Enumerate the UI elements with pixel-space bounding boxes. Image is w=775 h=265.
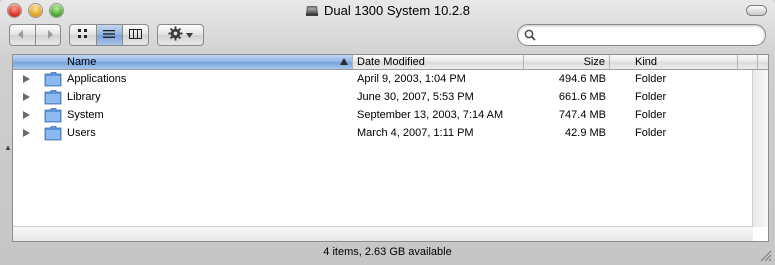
column-header-kind-label: Kind (635, 56, 658, 68)
view-mode-control (69, 24, 149, 46)
sidebar-split-handle-icon[interactable]: ▲ (4, 143, 12, 152)
status-text: 4 items, 2.63 GB available (323, 246, 452, 258)
search-input[interactable] (538, 27, 758, 43)
hard-disk-icon (305, 4, 319, 20)
column-header-size[interactable]: Size (524, 55, 610, 69)
back-forward-control (9, 24, 61, 46)
column-header-bar: Name Date Modified Size Kind (13, 55, 768, 70)
search-icon (524, 29, 536, 44)
column-header-name-label: Name (67, 56, 97, 68)
column-view-icon (128, 28, 142, 42)
title-bar[interactable]: Dual 1300 System 10.2.8 (0, 0, 775, 22)
window-title-text: Dual 1300 System 10.2.8 (324, 3, 470, 18)
horizontal-scrollbar[interactable] (13, 226, 753, 241)
list-view-button[interactable] (95, 25, 122, 45)
file-kind: Folder (635, 73, 667, 85)
column-header-date-label: Date Modified (357, 56, 425, 68)
toolbar-toggle-button[interactable] (746, 5, 767, 16)
column-header-name[interactable]: Name (13, 55, 353, 69)
folder-icon (44, 125, 62, 144)
file-size: 661.6 MB (558, 91, 606, 103)
file-kind: Folder (635, 91, 667, 103)
disclosure-triangle-icon[interactable] (23, 111, 30, 119)
forward-arrow-icon (43, 29, 53, 41)
finder-window: Dual 1300 System 10.2.8 Name Date Modifi… (0, 0, 775, 265)
table-row[interactable]: Applications April 9, 2003, 1:04 PM 494.… (13, 70, 753, 88)
file-name: Applications (67, 73, 127, 85)
file-kind: Folder (635, 127, 667, 139)
file-list: Name Date Modified Size Kind Application… (12, 54, 769, 242)
action-menu-control (157, 24, 204, 46)
toolbar (0, 22, 775, 52)
window-title: Dual 1300 System 10.2.8 (0, 3, 775, 20)
disclosure-triangle-icon[interactable] (23, 129, 30, 137)
gear-icon (168, 26, 183, 44)
file-size: 494.6 MB (558, 73, 606, 85)
file-name: System (67, 109, 104, 121)
file-size: 42.9 MB (565, 127, 606, 139)
file-date-modified: March 4, 2007, 1:11 PM (357, 127, 474, 139)
file-name: Library (67, 91, 101, 103)
icon-view-icon (77, 28, 88, 42)
status-bar: 4 items, 2.63 GB available (0, 243, 775, 265)
file-rows: Applications April 9, 2003, 1:04 PM 494.… (13, 70, 753, 142)
file-date-modified: September 13, 2003, 7:14 AM (357, 109, 504, 121)
file-name: Users (67, 127, 96, 139)
column-header-kind[interactable]: Kind (610, 55, 738, 69)
back-button[interactable] (10, 25, 35, 45)
column-header-spacer (738, 55, 758, 69)
icon-view-button[interactable] (70, 25, 96, 45)
search-field[interactable] (517, 24, 766, 46)
table-row[interactable]: System September 13, 2003, 7:14 AM 747.4… (13, 106, 753, 124)
table-row[interactable]: Users March 4, 2007, 1:11 PM 42.9 MB Fol… (13, 124, 753, 142)
list-view-icon (103, 29, 116, 42)
file-size: 747.4 MB (558, 109, 606, 121)
file-date-modified: June 30, 2007, 5:53 PM (357, 91, 474, 103)
column-view-button[interactable] (121, 25, 148, 45)
disclosure-triangle-icon[interactable] (23, 75, 30, 83)
table-row[interactable]: Library June 30, 2007, 5:53 PM 661.6 MB … (13, 88, 753, 106)
chevron-down-icon (186, 29, 193, 41)
sort-ascending-icon (340, 58, 348, 65)
resize-grip-icon[interactable] (759, 249, 772, 262)
column-header-size-label: Size (583, 56, 605, 68)
file-date-modified: April 9, 2003, 1:04 PM (357, 73, 466, 85)
forward-button[interactable] (35, 25, 60, 45)
file-kind: Folder (635, 109, 667, 121)
action-menu-button[interactable] (158, 25, 203, 45)
column-header-date-modified[interactable]: Date Modified (353, 55, 524, 69)
disclosure-triangle-icon[interactable] (23, 93, 30, 101)
vertical-scrollbar[interactable] (752, 70, 768, 227)
back-arrow-icon (17, 29, 28, 41)
